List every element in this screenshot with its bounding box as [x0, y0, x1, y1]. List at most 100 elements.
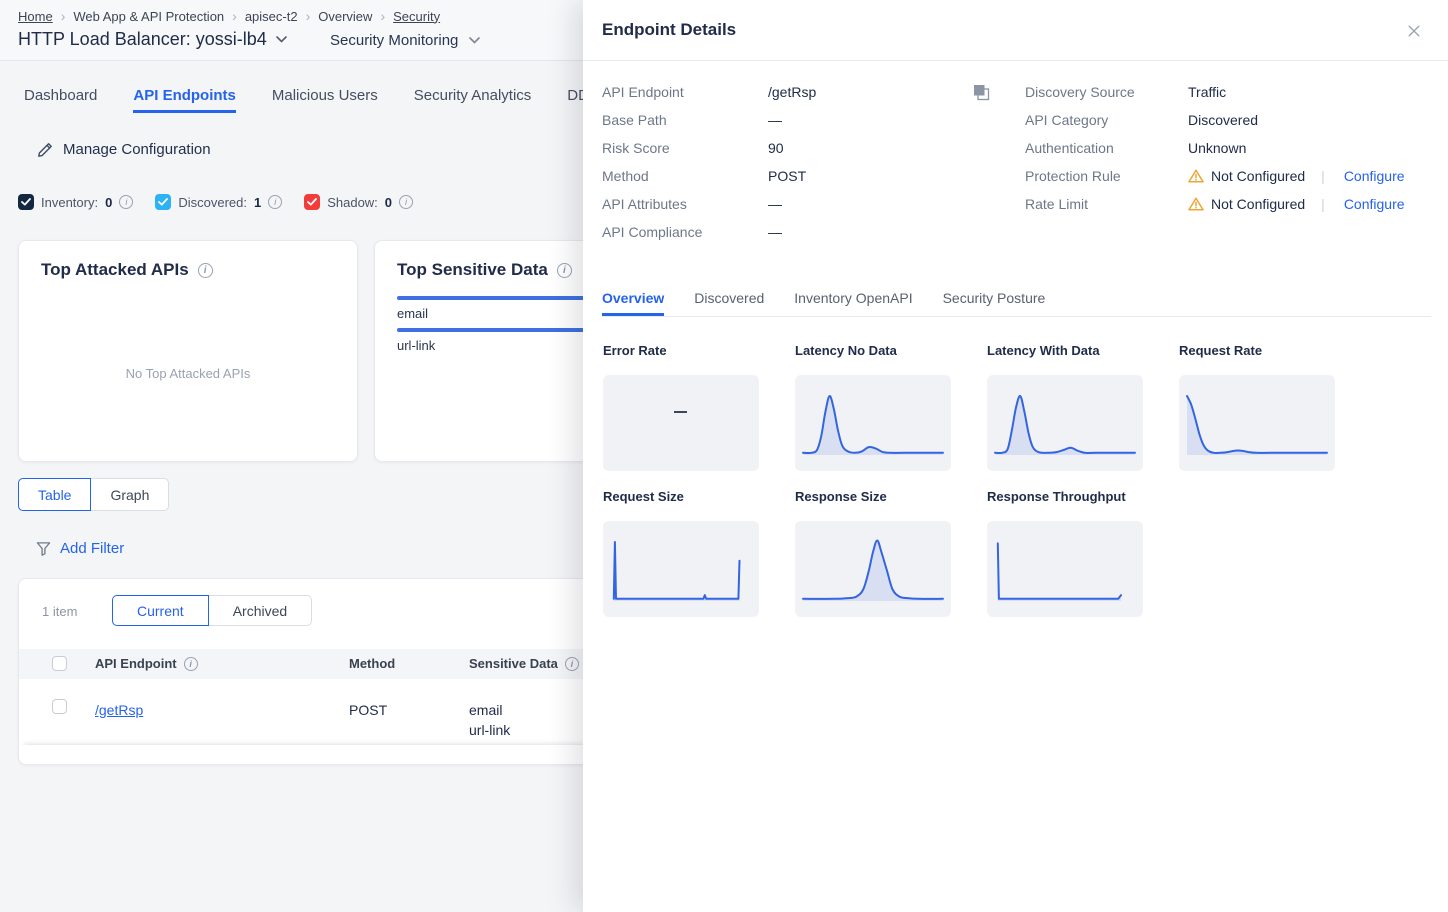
check-icon [158, 198, 168, 206]
info-icon [565, 657, 579, 671]
legend-discovered-count: 1 [254, 195, 261, 210]
field-label: Base Path [602, 112, 768, 128]
view-toggle: Table Graph [18, 478, 169, 511]
breadcrumb-security[interactable]: Security [393, 9, 440, 24]
chart-canvas [795, 375, 951, 471]
security-monitoring-label: Security Monitoring [330, 32, 458, 49]
legend-shadow: Shadow: 0 [304, 194, 413, 210]
info-icon [198, 263, 213, 278]
protection-rule-status: Not Configured [1211, 168, 1305, 184]
sensitive-data-value: email [469, 700, 510, 720]
chart-response-size: Response Size [795, 489, 951, 617]
field-label: Rate Limit [1025, 196, 1188, 212]
breadcrumb-overview[interactable]: Overview [318, 9, 372, 24]
warning-icon [1188, 197, 1204, 211]
panel-tab-overview[interactable]: Overview [602, 290, 664, 316]
breadcrumb-separator: › [306, 8, 311, 24]
separator: | [1321, 168, 1325, 184]
chart-request-size: Request Size [603, 489, 759, 617]
field-label: Protection Rule [1025, 168, 1188, 184]
check-icon [307, 198, 317, 206]
rate-limit-status: Not Configured [1211, 196, 1305, 212]
details-left-column: API Endpoint /getRsp Base Path — Risk Sc… [602, 78, 816, 246]
top-sensitive-data-title-text: Top Sensitive Data [397, 260, 548, 280]
legend-discovered: Discovered: 1 [155, 194, 282, 210]
column-sensitive-data: Sensitive Data [469, 656, 579, 671]
info-icon [119, 195, 133, 209]
endpoint-type-legend: Inventory: 0 Discovered: 1 Shadow: 0 [18, 194, 413, 210]
endpoint-link[interactable]: /getRsp [95, 702, 143, 718]
discovered-checkbox[interactable] [155, 194, 171, 210]
close-icon[interactable] [1407, 24, 1421, 38]
top-attacked-apis-title: Top Attacked APIs [41, 260, 213, 280]
load-balancer-title: HTTP Load Balancer: yossi-lb4 [18, 29, 267, 50]
method-cell: POST [349, 700, 387, 720]
info-icon [184, 657, 198, 671]
panel-tab-inventory-openapi[interactable]: Inventory OpenAPI [794, 290, 912, 316]
field-api-compliance: API Compliance — [602, 218, 816, 246]
field-method: Method POST [602, 162, 816, 190]
manage-configuration-label: Manage Configuration [63, 141, 211, 158]
manage-configuration-button[interactable]: Manage Configuration [37, 141, 211, 158]
field-value: /getRsp [768, 84, 816, 100]
state-toggle-current[interactable]: Current [112, 595, 209, 626]
tab-api-endpoints[interactable]: API Endpoints [133, 87, 236, 113]
chart-canvas [603, 521, 759, 617]
field-value: — [768, 112, 782, 128]
chart-canvas [603, 375, 759, 471]
view-toggle-graph[interactable]: Graph [90, 478, 169, 511]
chart-latency-with-data: Latency With Data [987, 343, 1143, 471]
field-api-endpoint: API Endpoint /getRsp [602, 78, 816, 106]
panel-tab-discovered[interactable]: Discovered [694, 290, 764, 316]
shadow-checkbox[interactable] [304, 194, 320, 210]
chart-title: Latency No Data [795, 343, 951, 359]
filter-funnel-icon [36, 541, 51, 556]
tab-malicious-users[interactable]: Malicious Users [272, 87, 378, 113]
panel-header-divider [583, 60, 1448, 61]
breadcrumb-separator: › [232, 8, 237, 24]
view-toggle-table[interactable]: Table [18, 478, 91, 511]
field-base-path: Base Path — [602, 106, 816, 134]
field-label: Authentication [1025, 140, 1188, 156]
field-protection-rule: Protection Rule Not Configured | Configu… [1025, 162, 1405, 190]
field-api-attributes: API Attributes — [602, 190, 816, 218]
check-icon [21, 198, 31, 206]
endpoint-details-panel: Endpoint Details API Endpoint /getRsp Ba… [583, 0, 1448, 912]
field-value: — [768, 224, 782, 240]
column-method: Method [349, 656, 395, 671]
configure-rate-limit-link[interactable]: Configure [1344, 196, 1405, 212]
add-filter-button[interactable]: Add Filter [36, 540, 124, 557]
breadcrumb-waap[interactable]: Web App & API Protection [73, 9, 224, 24]
chart-title: Request Rate [1179, 343, 1335, 359]
row-checkbox[interactable] [52, 699, 67, 714]
breadcrumb-namespace[interactable]: apisec-t2 [245, 9, 298, 24]
security-monitoring-select[interactable]: Security Monitoring [330, 32, 480, 49]
state-toggle-archived[interactable]: Archived [208, 595, 312, 626]
panel-tab-security-posture[interactable]: Security Posture [943, 290, 1046, 316]
panel-title: Endpoint Details [602, 20, 736, 40]
page-title[interactable]: HTTP Load Balancer: yossi-lb4 [18, 29, 287, 50]
no-data-dash [674, 411, 687, 413]
chart-title: Latency With Data [987, 343, 1143, 359]
legend-inventory-count: 0 [105, 195, 112, 210]
panel-tabs: Overview Discovered Inventory OpenAPI Se… [602, 290, 1431, 317]
chart-title: Response Throughput [987, 489, 1143, 505]
tab-dashboard[interactable]: Dashboard [24, 87, 97, 113]
field-label: API Compliance [602, 224, 768, 240]
select-all-checkbox[interactable] [52, 656, 67, 671]
chevron-down-icon [276, 36, 287, 43]
copy-icon[interactable] [973, 84, 990, 101]
chart-title: Request Size [603, 489, 759, 505]
column-api-endpoint-label: API Endpoint [95, 656, 177, 671]
configure-protection-rule-link[interactable]: Configure [1344, 168, 1405, 184]
field-label: Method [602, 168, 768, 184]
chart-canvas [987, 375, 1143, 471]
field-value: — [768, 196, 782, 212]
top-attacked-apis-card: Top Attacked APIs No Top Attacked APIs [18, 240, 358, 462]
legend-inventory-label: Inventory: [41, 195, 98, 210]
tab-security-analytics[interactable]: Security Analytics [414, 87, 532, 113]
top-attacked-apis-empty-state: No Top Attacked APIs [19, 366, 357, 381]
main-tabs: Dashboard API Endpoints Malicious Users … [24, 87, 607, 113]
breadcrumb-home[interactable]: Home [18, 9, 53, 24]
inventory-checkbox[interactable] [18, 194, 34, 210]
